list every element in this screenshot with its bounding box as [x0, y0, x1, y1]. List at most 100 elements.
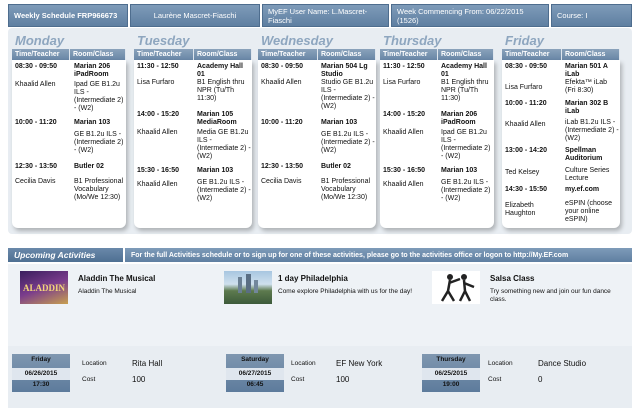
day-body: 11:30 - 12:50 Lisa Furfaro Academy Hall …: [134, 60, 252, 228]
slot-room[interactable]: Marian 501 A iLab: [565, 63, 619, 79]
time-teacher-header: Time/Teacher: [134, 49, 194, 60]
slot-room[interactable]: Marian 206 iPadRoom: [74, 63, 124, 79]
day-name: Tuesday: [137, 33, 190, 48]
slot-class: B1 Professional Vocabulary (Mo/We 12:30): [74, 178, 124, 201]
slot-room[interactable]: Marian 504 Lg Studio: [321, 63, 375, 79]
week-commencing: Week Commencing From: 06/22/2015 (1526): [391, 4, 549, 27]
slot-time: 14:30 - 15:50: [505, 186, 548, 193]
slot-room[interactable]: Marian 302 B iLab: [565, 100, 619, 116]
event-time: 19:00: [442, 381, 460, 388]
slot-teacher: Elizabeth Haughton: [505, 202, 536, 217]
aladdin-logo-text: ALADDIN: [22, 283, 65, 293]
event-location: Rita Hall: [132, 359, 163, 368]
slot-teacher: Khaalid Allen: [505, 121, 546, 128]
slot-room[interactable]: Marian 103: [321, 119, 375, 127]
slot-class: Ipad GE B1.2u ILS - (Intermediate 2) - (…: [74, 81, 124, 112]
day-name: Friday: [505, 33, 545, 48]
activity-title[interactable]: Salsa Class: [490, 274, 534, 283]
time-teacher-header: Time/Teacher: [258, 49, 318, 60]
slot-time: 10:00 - 11:20: [261, 119, 303, 126]
event-time: 06:45: [246, 381, 264, 388]
slot-class: GE B1.2u ILS - (Intermediate 2) - (W2): [197, 179, 251, 202]
dancers-icon: [440, 274, 475, 302]
activity-title[interactable]: Aladdin The Musical: [78, 274, 155, 283]
slot-time: 08:30 - 09:50: [261, 63, 304, 70]
activities-list: ALADDIN Aladdin The Musical Aladdin The …: [8, 264, 632, 346]
time-teacher-header: Time/Teacher: [12, 49, 70, 60]
activity-title[interactable]: 1 day Philadelphia: [278, 274, 348, 283]
day-column-tuesday: Tuesday Time/Teacher Room/Class 11:30 - …: [134, 32, 252, 232]
room-class-header: Room/Class: [438, 49, 494, 60]
activity-events: Friday 06/26/2015 17:30 Location Rita Ha…: [8, 346, 632, 408]
location-label: Location: [291, 360, 316, 367]
slot-time: 11:30 - 12:50: [383, 63, 425, 70]
day-column-monday: Monday Time/Teacher Room/Class 08:30 - 0…: [12, 32, 126, 232]
column-header: Time/Teacher Room/Class: [12, 49, 126, 60]
weekly-schedule: Monday Time/Teacher Room/Class 08:30 - 0…: [8, 28, 632, 234]
slot-class: Efekta™ iLab (Fri 8:30): [565, 79, 608, 94]
slot-room[interactable]: my.ef.com: [565, 186, 619, 194]
slot-time: 10:00 - 11:20: [15, 119, 57, 126]
event-card: Thursday 06/25/2015 19:00 Location Dance…: [422, 354, 622, 392]
day-column-thursday: Thursday Time/Teacher Room/Class 11:30 -…: [380, 32, 494, 232]
slot-class: GE B1.2u ILS - (Intermediate 2) - (W2): [74, 131, 124, 154]
slot-room[interactable]: Marian 105 MediaRoom: [197, 111, 251, 127]
slot-time: 15:30 - 16:50: [383, 167, 426, 174]
slot-room[interactable]: Marian 103: [441, 167, 493, 175]
day-name: Wednesday: [261, 33, 334, 48]
salsa-thumbnail: [432, 271, 480, 304]
slot-class: Culture Series Lecture: [565, 167, 610, 182]
day-body: 08:30 - 09:50 Lisa Furfaro Marian 501 A …: [502, 60, 620, 228]
slot-class: B1 English thru NPR (Tu/Th 11:30): [197, 79, 245, 102]
day-name: Monday: [15, 33, 65, 48]
myef-username: MyEF User Name: L.Mascret-Fiaschi: [262, 4, 389, 27]
event-day: Saturday: [241, 356, 269, 363]
event-day: Thursday: [436, 356, 466, 363]
slot-teacher: Ted Kelsey: [505, 169, 540, 176]
location-label: Location: [82, 360, 107, 367]
room-class-header: Room/Class: [194, 49, 252, 60]
slot-teacher: Khaalid Allen: [383, 129, 424, 136]
cost-label: Cost: [82, 376, 96, 383]
column-header: Time/Teacher Room/Class: [380, 49, 494, 60]
slot-room[interactable]: Butler 02: [321, 163, 375, 171]
slot-time: 14:00 - 15:20: [383, 111, 426, 118]
slot-room[interactable]: Academy Hall 01: [197, 63, 251, 79]
cost-label: Cost: [291, 376, 305, 383]
slot-room[interactable]: Academy Hall 01: [441, 63, 493, 79]
activity-description: Come explore Philadelphia with us for th…: [278, 288, 413, 295]
slot-teacher: Cecilia Davis: [261, 178, 302, 185]
philadelphia-thumbnail: [224, 271, 272, 304]
column-header: Time/Teacher Room/Class: [502, 49, 620, 60]
slot-room[interactable]: Spellman Auditorium: [565, 147, 619, 163]
slot-room[interactable]: Marian 206 iPadRoom: [441, 111, 493, 127]
slot-room[interactable]: Marian 103: [74, 119, 124, 127]
time-teacher-header: Time/Teacher: [502, 49, 562, 60]
slot-room[interactable]: Marian 103: [197, 167, 251, 175]
column-header: Time/Teacher Room/Class: [134, 49, 252, 60]
slot-teacher: Lisa Furfaro: [505, 84, 543, 91]
day-column-wednesday: Wednesday Time/Teacher Room/Class 08:30 …: [258, 32, 376, 232]
event-date: 06/25/2015: [422, 368, 480, 380]
room-class-header: Room/Class: [318, 49, 376, 60]
room-class-header: Room/Class: [70, 49, 126, 60]
slot-class: B1 Professional Vocabulary (Mo/We 12:30): [321, 178, 371, 201]
location-label: Location: [488, 360, 513, 367]
slot-time: 15:30 - 16:50: [137, 167, 180, 174]
room-class-header: Room/Class: [562, 49, 620, 60]
event-time: 17:30: [32, 381, 50, 388]
slot-time: 12:30 - 13:50: [15, 163, 58, 170]
event-location: EF New York: [336, 359, 383, 368]
event-cost: 0: [538, 375, 543, 384]
slot-class: Ipad GE B1.2u ILS - (Intermediate 2) - (…: [441, 129, 491, 160]
activity-description: Aladdin The Musical: [78, 288, 137, 295]
slot-time: 08:30 - 09:50: [15, 63, 58, 70]
slot-class: B1 English thru NPR (Tu/Th 11:30): [441, 79, 489, 102]
event-date-box: Thursday 06/25/2015 19:00: [422, 354, 480, 392]
event-cost: 100: [132, 375, 146, 384]
slot-time: 12:30 - 13:50: [261, 163, 304, 170]
student-name: Laurène Mascret-Fiaschi: [130, 4, 260, 27]
slot-time: 11:30 - 12:50: [137, 63, 179, 70]
slot-room[interactable]: Butler 02: [74, 163, 124, 171]
slot-teacher: Lisa Furfaro: [137, 79, 175, 86]
